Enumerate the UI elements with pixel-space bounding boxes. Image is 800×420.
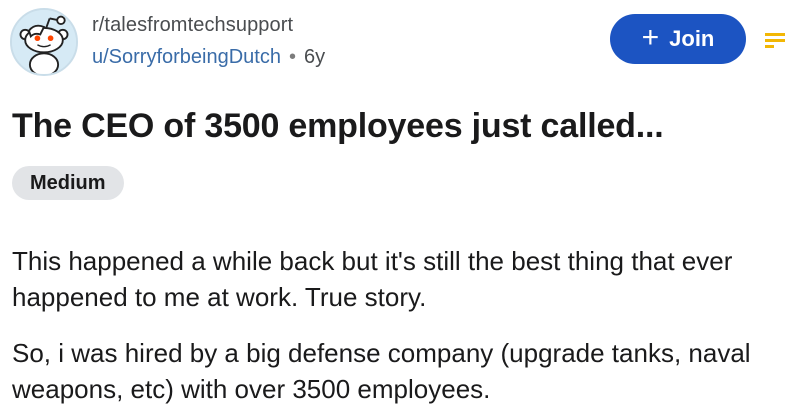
body-paragraph: So, i was hired by a big defense company…: [12, 338, 751, 404]
post-flair[interactable]: Medium: [12, 166, 124, 200]
reddit-post: r/talesfromtechsupport u/SorryforbeingDu…: [0, 0, 800, 420]
post-age: 6y: [304, 46, 326, 68]
join-button[interactable]: + Join: [610, 14, 746, 64]
meta-separator: •: [288, 46, 296, 68]
post-title[interactable]: The CEO of 3500 employees just called...: [12, 107, 664, 146]
sort-menu-icon[interactable]: [764, 30, 786, 52]
author-username[interactable]: u/SorryforbeingDutch: [92, 46, 281, 69]
body-paragraph: This happened a while back but it's stil…: [12, 246, 733, 312]
post-meta: u/SorryforbeingDutch • 6y: [92, 46, 325, 69]
subreddit-name[interactable]: r/talesfromtechsupport: [92, 14, 293, 37]
reddit-snoo-avatar-icon: [12, 10, 76, 74]
subreddit-avatar[interactable]: [10, 8, 78, 76]
plus-icon: +: [641, 20, 660, 54]
join-label: Join: [669, 26, 715, 51]
post-body: This happened a while back but it's stil…: [12, 243, 792, 420]
